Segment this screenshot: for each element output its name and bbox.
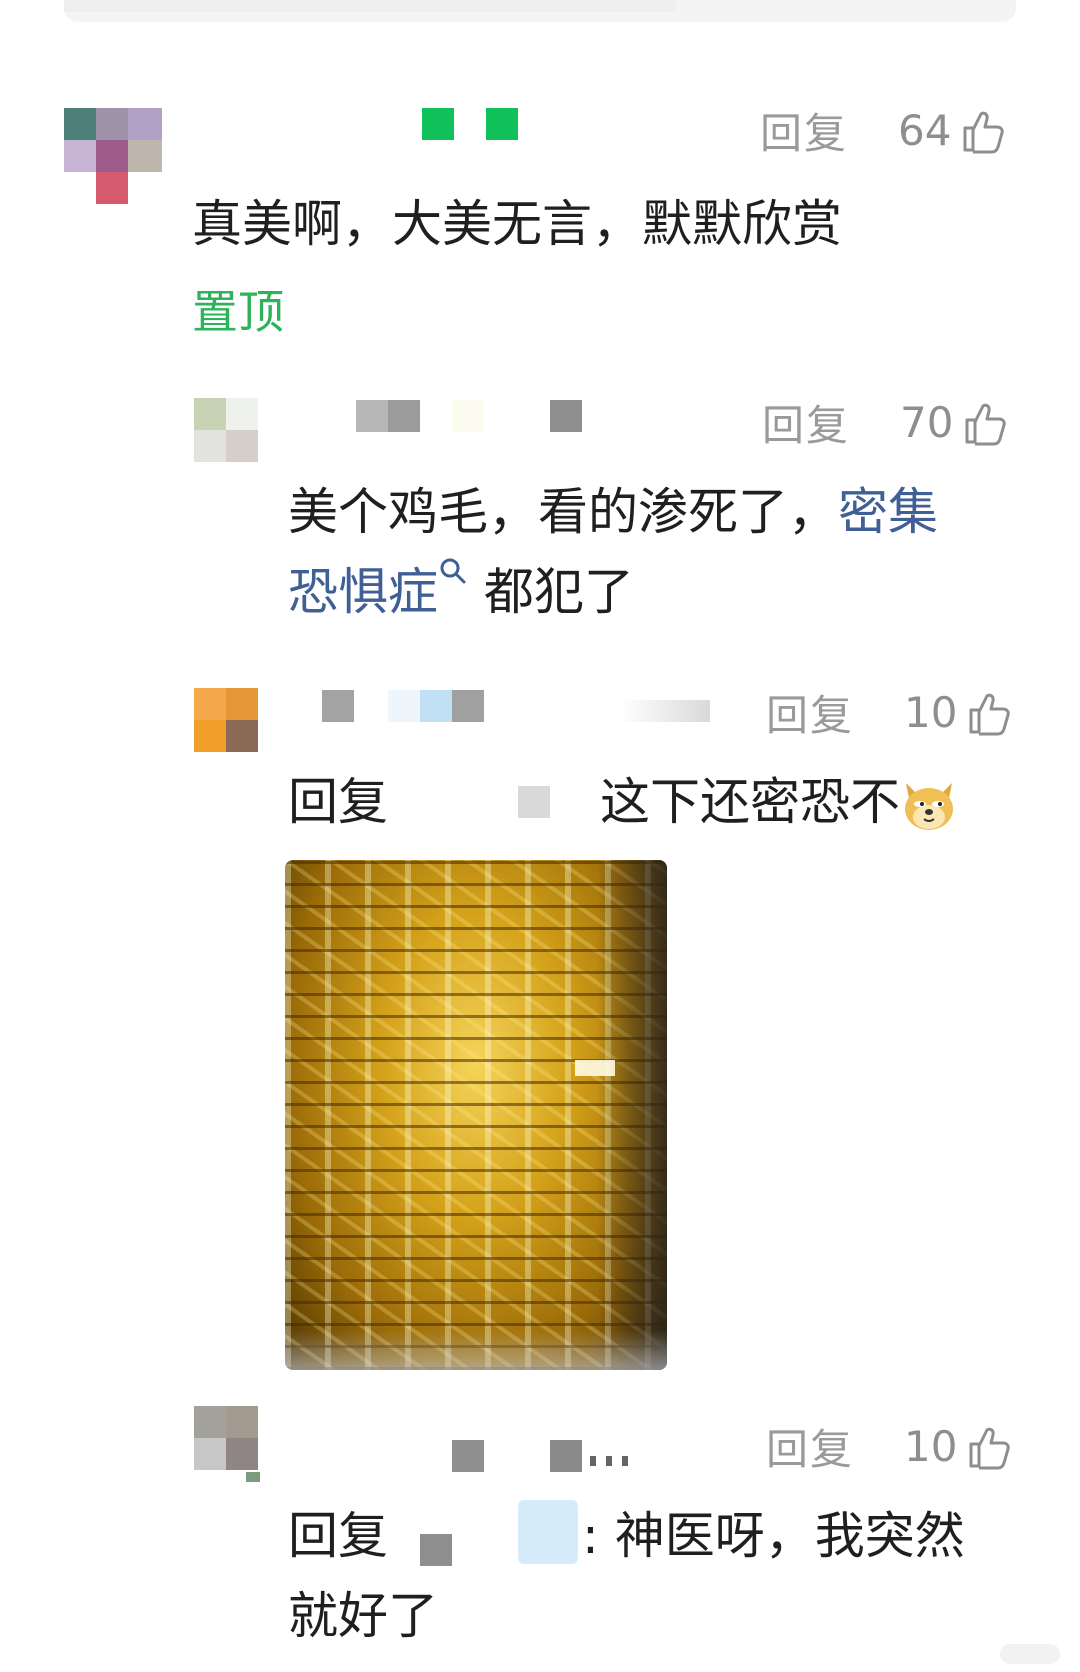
comment-text: 美个鸡毛，看的渗死了，: [288, 483, 838, 541]
like-count: 10: [904, 1422, 958, 1471]
previous-content-edge: [64, 0, 676, 12]
keyword-link[interactable]: 恐惧症: [288, 563, 438, 621]
comment-text-line2: 恐惧症 都犯了: [288, 552, 634, 632]
replied-username-blurred[interactable]: [518, 786, 550, 818]
replied-username-blurred[interactable]: [420, 1534, 452, 1566]
watermark: [1000, 1644, 1060, 1664]
thumbs-up-icon[interactable]: [965, 689, 1013, 737]
thumbs-up-icon[interactable]: [965, 1423, 1013, 1471]
replied-username-blurred[interactable]: [518, 1500, 578, 1564]
reply-button[interactable]: 回复: [766, 1416, 854, 1477]
comment-text: : 神医呀，我突然: [582, 1507, 965, 1565]
search-icon[interactable]: [438, 556, 468, 586]
thumbs-up-icon[interactable]: [959, 107, 1007, 155]
reply-button[interactable]: 回复: [766, 682, 854, 743]
comment-text-line1: 美个鸡毛，看的渗死了，密集: [288, 472, 938, 552]
gold-bars-photo[interactable]: [285, 860, 667, 1370]
keyword-link[interactable]: 密集: [838, 483, 938, 541]
reply-button[interactable]: 回复: [760, 100, 848, 161]
reply-prefix: 回复: [288, 773, 388, 831]
comment-text-line: 这下还密恐不: [600, 762, 958, 842]
like-count: 64: [898, 106, 952, 155]
comment-text: 真美啊，大美无言，默默欣赏: [192, 195, 842, 253]
comment-text: 这下还密恐不: [600, 773, 900, 831]
doge-emoji-icon: [905, 782, 953, 830]
pinned-label: 置顶: [192, 285, 284, 339]
like-count: 10: [904, 688, 958, 737]
comment-text: 就好了: [288, 1587, 438, 1645]
like-count: 70: [900, 398, 954, 447]
reply-prefix: 回复: [288, 1507, 388, 1565]
thumbs-up-icon[interactable]: [961, 399, 1009, 447]
comment-text: 都犯了: [483, 563, 634, 621]
reply-button[interactable]: 回复: [762, 392, 850, 453]
